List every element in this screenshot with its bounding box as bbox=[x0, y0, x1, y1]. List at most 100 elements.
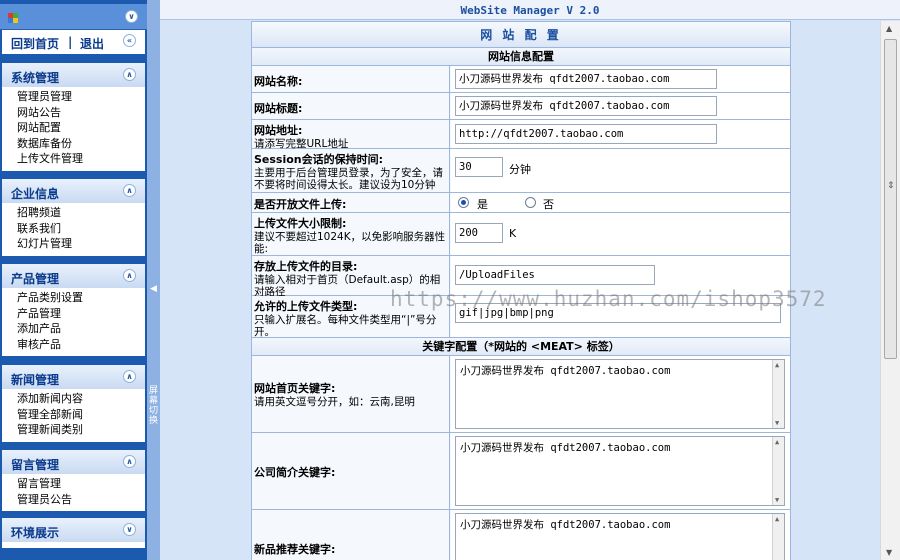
group-title: 产品管理 bbox=[11, 272, 60, 286]
upload-types-input[interactable]: gif|jpg|bmp|png bbox=[455, 303, 781, 323]
splitter-label[interactable]: 屏幕切换 bbox=[149, 386, 158, 426]
row-upload-size: 上传文件大小限制: 建议不要超过1024K，以免影响服务器性能: 200 K bbox=[252, 213, 790, 256]
sidebar-group-environment: 环境展示 ∨ bbox=[2, 518, 145, 548]
sidebar-top-bar: ∨ bbox=[0, 4, 147, 30]
sidebar-group-news: 新闻管理 ∧ 添加新闻内容 管理全部新闻 管理新闻类别 bbox=[2, 365, 145, 442]
sidebar-item-announcements[interactable]: 网站公告 bbox=[17, 105, 145, 121]
sidebar-group-messages: 留言管理 ∧ 留言管理 管理员公告 bbox=[2, 450, 145, 511]
app-logo-icon bbox=[8, 13, 18, 23]
sidebar-item-all-news[interactable]: 管理全部新闻 bbox=[17, 407, 145, 423]
site-name-input[interactable]: 小刀源码世界发布 qfdt2007.taobao.com bbox=[455, 69, 717, 89]
chevron-up-icon[interactable]: ∧ bbox=[123, 269, 136, 282]
chevron-up-icon[interactable]: ∧ bbox=[123, 455, 136, 468]
session-hint: 主要用于后台管理员登录，为了安全，请不要将时间设得太长。建议设为10分钟 bbox=[254, 167, 443, 191]
sidebar-item-review-product[interactable]: 审核产品 bbox=[17, 337, 145, 353]
sidebar-item-slides[interactable]: 幻灯片管理 bbox=[17, 236, 145, 252]
chevron-up-icon[interactable]: ∧ bbox=[123, 184, 136, 197]
site-title-label: 网站标题: bbox=[254, 102, 303, 115]
screen-splitter[interactable]: ◀ 屏幕切换 bbox=[147, 0, 160, 560]
group-title: 系统管理 bbox=[11, 71, 60, 85]
sidebar-group-header[interactable]: 企业信息 ∧ bbox=[2, 179, 145, 203]
upload-open-yes-radio[interactable] bbox=[458, 197, 469, 208]
scroll-thumb[interactable] bbox=[884, 39, 897, 359]
section-site-info: 网站信息配置 bbox=[252, 48, 790, 66]
sidebar-item-admin-notice[interactable]: 管理员公告 bbox=[17, 492, 145, 508]
sidebar-item-message-manage[interactable]: 留言管理 bbox=[17, 476, 145, 492]
section-keywords: 关键字配置（*网站的 <MEAT> 标签） bbox=[252, 338, 790, 356]
textarea-scrollbar[interactable]: ▲▼ bbox=[772, 437, 784, 505]
sidebar-group-header[interactable]: 环境展示 ∨ bbox=[2, 518, 145, 542]
sidebar-group-header[interactable]: 留言管理 ∧ bbox=[2, 450, 145, 474]
sidebar-item-add-news[interactable]: 添加新闻内容 bbox=[17, 391, 145, 407]
sidebar-group-system: 系统管理 ∧ 管理员管理 网站公告 网站配置 数据库备份 上传文件管理 bbox=[2, 63, 145, 171]
sidebar-item-product-manage[interactable]: 产品管理 bbox=[17, 306, 145, 322]
row-upload-dir: 存放上传文件的目录: 请输入相对于首页（Default.asp）的相对路径 /Up… bbox=[252, 256, 790, 298]
kw-home-label: 网站首页关键字: bbox=[254, 382, 336, 395]
sidebar-item-product-categories[interactable]: 产品类别设置 bbox=[17, 290, 145, 306]
row-keywords-home: 网站首页关键字: 请用英文逗号分开，如：云南,昆明 小刀源码世界发布 qfdt20… bbox=[252, 356, 790, 433]
textarea-scrollbar[interactable]: ▲▼ bbox=[772, 360, 784, 428]
chevron-down-icon[interactable]: ∨ bbox=[123, 523, 136, 536]
upload-size-label: 上传文件大小限制: bbox=[254, 217, 347, 230]
kw-home-textarea[interactable]: 小刀源码世界发布 qfdt2007.taobao.com ▲ ▼ bbox=[455, 359, 785, 429]
upload-open-label: 是否开放文件上传: bbox=[254, 198, 347, 211]
app-title: WebSite Manager V 2.0 bbox=[460, 4, 600, 17]
home-link[interactable]: 回到首页 bbox=[11, 35, 59, 52]
row-site-url: 网站地址: 请添写完整URL地址 http://qfdt2007.taobao.c… bbox=[252, 120, 790, 150]
row-keywords-newproducts: 新品推荐关键字: 小刀源码世界发布 qfdt2007.taobao.com ▲▼ bbox=[252, 510, 790, 560]
triangle-left-icon[interactable]: ◀ bbox=[150, 284, 157, 294]
scroll-up-icon[interactable]: ▲ bbox=[886, 24, 892, 33]
upload-size-input[interactable]: 200 bbox=[455, 223, 503, 243]
site-name-label: 网站名称: bbox=[254, 75, 303, 88]
site-url-label: 网站地址: bbox=[254, 124, 303, 137]
upload-dir-hint: 请输入相对于首页（Default.asp）的相对路径 bbox=[254, 274, 441, 298]
link-separator: | bbox=[68, 35, 73, 49]
logout-link[interactable]: 退出 bbox=[80, 35, 104, 52]
upload-types-label: 允许的上传文件类型: bbox=[254, 300, 358, 313]
kw-company-label: 公司简介关键字: bbox=[254, 466, 336, 479]
kw-company-value: 小刀源码世界发布 qfdt2007.taobao.com bbox=[460, 442, 671, 454]
group-title: 新闻管理 bbox=[11, 373, 60, 387]
kw-home-hint: 请用英文逗号分开，如：云南,昆明 bbox=[254, 396, 415, 408]
row-upload-types: 允许的上传文件类型: 只输入扩展名。每种文件类型用“|”号分开。 gif|jpg|… bbox=[252, 296, 790, 338]
upload-types-hint: 只输入扩展名。每种文件类型用“|”号分开。 bbox=[254, 314, 437, 338]
upload-dir-input[interactable]: /UploadFiles bbox=[455, 265, 655, 285]
site-title-input[interactable]: 小刀源码世界发布 qfdt2007.taobao.com bbox=[455, 96, 717, 116]
sidebar-item-site-config[interactable]: 网站配置 bbox=[17, 120, 145, 136]
sidebar-item-uploads[interactable]: 上传文件管理 bbox=[17, 151, 145, 167]
upload-open-no-radio[interactable] bbox=[525, 197, 536, 208]
upload-open-yes-label[interactable]: 是 bbox=[477, 196, 488, 212]
sidebar-group-company: 企业信息 ∧ 招聘频道 联系我们 幻灯片管理 bbox=[2, 179, 145, 256]
group-title: 留言管理 bbox=[11, 458, 60, 472]
session-timeout-input[interactable]: 30 bbox=[455, 157, 503, 177]
sidebar-item-contact[interactable]: 联系我们 bbox=[17, 221, 145, 237]
site-url-input[interactable]: http://qfdt2007.taobao.com bbox=[455, 124, 717, 144]
group-title: 环境展示 bbox=[11, 526, 60, 540]
textarea-scrollbar[interactable]: ▲▼ bbox=[772, 514, 784, 560]
upload-size-hint: 建议不要超过1024K，以免影响服务器性能: bbox=[254, 231, 446, 255]
sidebar-item-jobs[interactable]: 招聘频道 bbox=[17, 205, 145, 221]
sidebar-home-row: 回到首页 | 退出 « bbox=[2, 30, 145, 54]
scroll-down-icon[interactable]: ▼ bbox=[886, 548, 892, 557]
form-caption: 网 站 配 置 bbox=[252, 22, 790, 48]
upload-open-no-label[interactable]: 否 bbox=[543, 196, 554, 212]
sidebar: ∨ 回到首页 | 退出 « 系统管理 ∧ 管理员管理 网站公告 网站配置 数据库… bbox=[0, 0, 147, 560]
kw-company-textarea[interactable]: 小刀源码世界发布 qfdt2007.taobao.com ▲ ▼ bbox=[455, 436, 785, 506]
chevron-up-icon[interactable]: ∧ bbox=[123, 370, 136, 383]
sidebar-item-admins[interactable]: 管理员管理 bbox=[17, 89, 145, 105]
upload-dir-label: 存放上传文件的目录: bbox=[254, 260, 358, 273]
double-chevron-left-icon[interactable]: « bbox=[123, 34, 136, 47]
chevron-up-icon[interactable]: ∧ bbox=[123, 68, 136, 81]
sidebar-group-header[interactable]: 新闻管理 ∧ bbox=[2, 365, 145, 389]
sidebar-group-products: 产品管理 ∧ 产品类别设置 产品管理 添加产品 审核产品 bbox=[2, 264, 145, 356]
sidebar-item-add-product[interactable]: 添加产品 bbox=[17, 321, 145, 337]
sidebar-group-header[interactable]: 系统管理 ∧ bbox=[2, 63, 145, 87]
collapse-all-icon[interactable]: ∨ bbox=[125, 10, 138, 23]
sidebar-group-header[interactable]: 产品管理 ∧ bbox=[2, 264, 145, 288]
main-content: 网 站 配 置 网站信息配置 网站名称: 小刀源码世界发布 qfdt2007.t… bbox=[160, 21, 880, 560]
sidebar-item-news-categories[interactable]: 管理新闻类别 bbox=[17, 422, 145, 438]
kw-newproducts-textarea[interactable]: 小刀源码世界发布 qfdt2007.taobao.com ▲▼ bbox=[455, 513, 785, 560]
sidebar-item-db-backup[interactable]: 数据库备份 bbox=[17, 136, 145, 152]
row-keywords-company: 公司简介关键字: 小刀源码世界发布 qfdt2007.taobao.com ▲ ▼ bbox=[252, 433, 790, 510]
page-scrollbar[interactable]: ▲ ⇕ ▼ bbox=[880, 21, 900, 560]
